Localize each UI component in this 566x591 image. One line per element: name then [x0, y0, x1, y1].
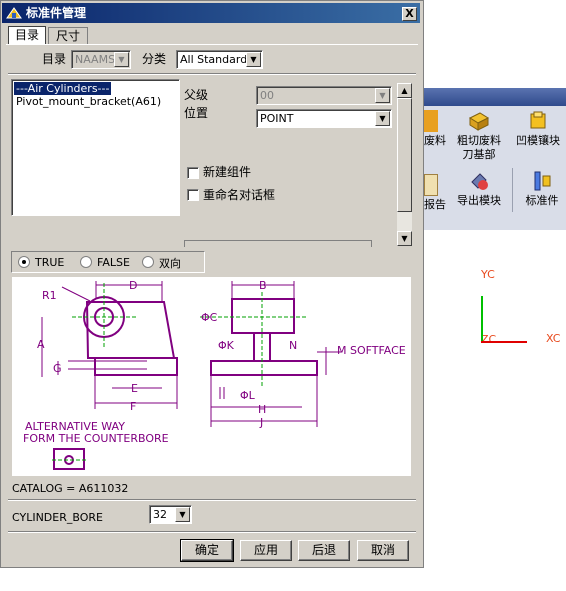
label-j: J: [259, 416, 263, 429]
rough-cut-icon: [468, 110, 490, 132]
radio-bidirectional[interactable]: [142, 256, 154, 268]
position-label: 位置: [184, 106, 209, 120]
label-f: F: [130, 400, 136, 413]
cancel-button[interactable]: 取消: [357, 540, 409, 561]
separator: [8, 73, 416, 75]
front-view-base: [210, 360, 318, 376]
catalog-label: 目录: [42, 52, 67, 66]
radio-bidirectional-label: 双向: [159, 257, 181, 270]
dialog-title: 标准件管理: [26, 6, 87, 20]
toolbar-standard-part-button[interactable]: 标准件: [518, 170, 566, 208]
label-phi-k: ΦK: [218, 339, 235, 352]
cylinder-bore-label: CYLINDER_BORE: [12, 511, 103, 524]
position-select[interactable]: POINT ▼: [256, 109, 392, 128]
scroll-up-icon[interactable]: ▲: [397, 83, 412, 98]
tab-panel-edge: [6, 44, 418, 45]
toolbar-divider: [512, 168, 513, 212]
chevron-down-icon: ▼: [375, 88, 390, 103]
label-phi-c: ΦC: [201, 311, 218, 324]
ok-button[interactable]: 确定: [180, 539, 234, 562]
label-d: D: [129, 279, 137, 292]
label-g: G: [53, 362, 62, 375]
zc-axis-label: ZC: [481, 333, 497, 346]
report-icon: [424, 174, 438, 196]
toolbar-scrap-button[interactable]: 废料: [424, 110, 446, 148]
rename-dialog-label: 重命名对话框: [203, 188, 276, 202]
toolbar-die-insert-button[interactable]: 凹模镶块: [510, 110, 566, 148]
background-ribbon-header: [424, 88, 566, 106]
toolbar-export-module-button[interactable]: 导出模块: [452, 170, 506, 208]
label-b: B: [259, 279, 267, 292]
standard-part-icon: [531, 170, 553, 192]
separator: [8, 531, 416, 533]
tab-catalog[interactable]: 目录: [8, 26, 46, 44]
label-phi-l: ΦL: [240, 389, 256, 402]
label-n: N: [289, 339, 297, 352]
x-axis-line: [481, 341, 527, 343]
panel-edge: [184, 240, 372, 247]
parent-select[interactable]: 00 ▼: [256, 86, 392, 105]
drawing-note-line2: FORM THE COUNTERBORE: [23, 432, 169, 445]
part-drawing: R1 D A G E F B ΦC ΦK N M SOFTFACE ΦL H J…: [12, 277, 411, 476]
scroll-down-icon[interactable]: ▼: [397, 231, 412, 246]
bracket-body-outline: [85, 301, 176, 359]
label-r1: R1: [42, 289, 57, 302]
chevron-down-icon: ▼: [175, 507, 190, 522]
chevron-down-icon: ▼: [375, 111, 390, 126]
xc-axis-label: XC: [546, 332, 561, 345]
classify-select[interactable]: All Standards ▼: [176, 50, 263, 69]
options-scrollbar[interactable]: ▲ ▼: [397, 83, 412, 246]
catalog-select[interactable]: NAAMS ▼: [71, 50, 131, 69]
radio-false-label: FALSE: [97, 256, 130, 269]
scroll-thumb[interactable]: [397, 98, 412, 212]
toolbar-report-button[interactable]: 报告: [424, 174, 446, 212]
list-item[interactable]: Pivot_mount_bracket(A61): [14, 95, 163, 108]
apply-button[interactable]: 应用: [240, 540, 292, 561]
list-item[interactable]: ---Air Cylinders---: [14, 82, 112, 95]
radio-true-label: TRUE: [35, 256, 65, 269]
rename-dialog-checkbox[interactable]: [187, 189, 199, 201]
chevron-down-icon: ▼: [246, 52, 261, 67]
label-h: H: [258, 403, 266, 416]
parts-list[interactable]: ---Air Cylinders--- Pivot_mount_bracket(…: [11, 79, 180, 216]
export-module-icon: [468, 170, 490, 192]
y-axis-line: [481, 296, 483, 342]
catalog-text: CATALOG = A611032: [12, 482, 129, 495]
parent-label: 父级: [184, 88, 209, 102]
radio-false[interactable]: [80, 256, 92, 268]
toolbar-rough-cut-button[interactable]: 粗切废料 刀基部: [452, 110, 506, 162]
graphics-canvas[interactable]: [424, 230, 566, 591]
label-m-softface: M SOFTFACE: [337, 344, 406, 357]
new-component-label: 新建组件: [203, 165, 252, 179]
scrap-icon: [424, 110, 438, 132]
tab-size[interactable]: 尺寸: [48, 27, 88, 44]
die-insert-icon: [527, 110, 549, 132]
yc-axis-label: YC: [481, 268, 495, 281]
back-button[interactable]: 后退: [298, 540, 350, 561]
radio-true[interactable]: [18, 256, 30, 268]
label-a: A: [37, 338, 45, 351]
front-view-top: [231, 298, 295, 334]
new-component-checkbox[interactable]: [187, 167, 199, 179]
label-e: E: [131, 382, 138, 395]
chevron-down-icon: ▼: [114, 52, 129, 67]
classify-label: 分类: [142, 52, 167, 66]
close-button[interactable]: X: [402, 7, 417, 21]
cylinder-bore-select[interactable]: 32 ▼: [149, 505, 192, 524]
counterbore-detail: [53, 448, 85, 470]
separator: [8, 499, 416, 501]
app-icon: [6, 6, 22, 20]
